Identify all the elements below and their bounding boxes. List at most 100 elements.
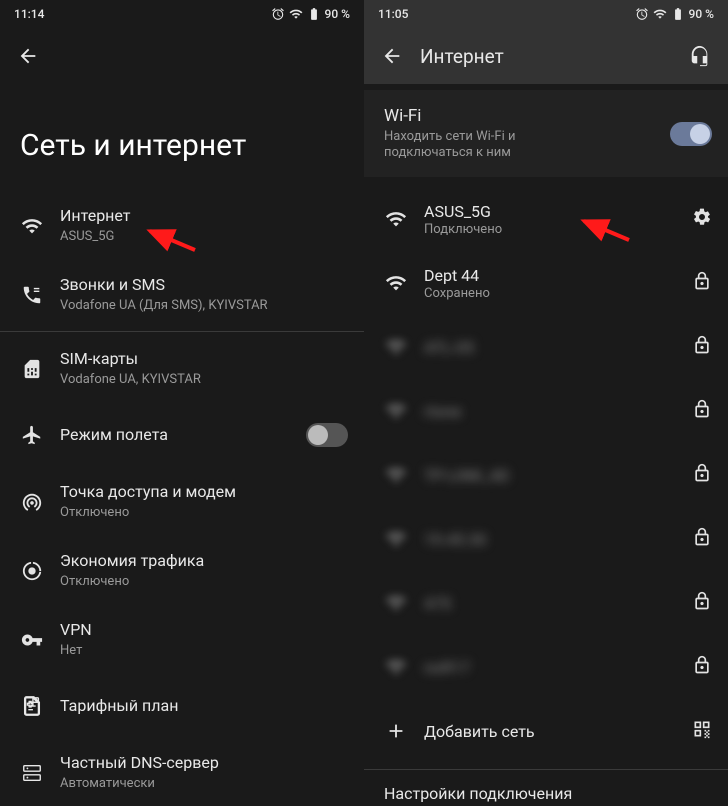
status-bar: 11:14 90 %: [0, 0, 364, 28]
row-dns[interactable]: Частный DNS-сервер Автоматически: [0, 738, 364, 806]
network-name: Dept 44: [424, 266, 692, 285]
row-connection-settings[interactable]: Настройки подключения Wi-Fi не включаетс…: [364, 770, 728, 806]
wifi-section-header[interactable]: Wi-Fi Находить сети Wi-Fi и подключаться…: [364, 90, 728, 177]
lock-icon: [692, 399, 712, 419]
screen-internet-detail: 11:05 90 % Интернет Wi-Fi Находить сети …: [364, 0, 728, 806]
airplane-icon: [21, 424, 43, 446]
lock-icon: [692, 271, 712, 291]
row-datasaver-title: Экономия трафика: [60, 550, 348, 572]
network-name: TP-LINK_4D: [424, 466, 692, 485]
network-settings-button[interactable]: [692, 207, 712, 231]
row-dns-title: Частный DNS-сервер: [60, 752, 348, 774]
row-vpn-subtitle: Нет: [60, 642, 348, 660]
divider: [0, 331, 364, 332]
network-row[interactable]: TP-LINK_4D: [364, 443, 728, 507]
network-row[interactable]: ATL-05: [364, 315, 728, 379]
add-network-label: Добавить сеть: [424, 722, 692, 741]
battery-icon: [307, 7, 321, 21]
alarm-icon: [635, 7, 649, 21]
scan-qr-button[interactable]: [692, 719, 712, 743]
wifi-icon: [385, 528, 407, 550]
back-arrow-icon: [17, 45, 39, 67]
network-name: ATL-05: [424, 338, 692, 357]
help-button[interactable]: [680, 36, 720, 76]
status-battery: 90 %: [689, 7, 714, 21]
lock-icon: [692, 463, 712, 483]
phone-icon: [21, 284, 43, 306]
page-title: Сеть и интернет: [0, 84, 364, 191]
plan-icon: [21, 695, 43, 717]
wifi-icon: [385, 464, 407, 486]
app-bar: Интернет: [364, 28, 728, 84]
row-hotspot-subtitle: Отключено: [60, 504, 348, 522]
status-time: 11:05: [378, 7, 408, 21]
row-sim-subtitle: Vodafone UA, KYIVSTAR: [60, 371, 348, 389]
network-row-connected[interactable]: ASUS_5G Подключено: [364, 187, 728, 251]
row-hotspot-title: Точка доступа и модем: [60, 481, 348, 503]
row-sim-title: SIM-карты: [60, 348, 348, 370]
row-calls-sms[interactable]: Звонки и SMS Vodafone UA (Для SMS), KYIV…: [0, 260, 364, 329]
network-row[interactable]: noR17: [364, 635, 728, 699]
lock-icon: [692, 527, 712, 547]
network-row-saved[interactable]: Dept 44 Сохранено: [364, 251, 728, 315]
datasaver-icon: [21, 560, 43, 582]
footer-title: Настройки подключения: [384, 784, 708, 803]
network-name: 19.45.30: [424, 530, 692, 549]
qr-icon: [692, 719, 712, 739]
row-internet-subtitle: ASUS_5G: [60, 228, 348, 246]
row-add-network[interactable]: Добавить сеть: [364, 699, 728, 763]
headset-icon: [689, 45, 711, 67]
hotspot-icon: [21, 491, 43, 513]
wifi-icon: [385, 656, 407, 678]
appbar-title: Интернет: [420, 45, 680, 68]
row-sim[interactable]: SIM-карты Vodafone UA, KYIVSTAR: [0, 334, 364, 403]
lock-icon: [692, 591, 712, 611]
airplane-switch[interactable]: [306, 423, 348, 447]
lock-icon: [692, 655, 712, 675]
network-name: rtone: [424, 402, 692, 421]
wifi-icon: [385, 400, 407, 422]
lock-icon: [692, 335, 712, 355]
plus-icon: [385, 720, 407, 742]
network-row[interactable]: 19.45.30: [364, 507, 728, 571]
row-hotspot[interactable]: Точка доступа и модем Отключено: [0, 467, 364, 536]
wifi-status-icon: [289, 7, 303, 21]
status-bar: 11:05 90 %: [364, 0, 728, 28]
row-calls-subtitle: Vodafone UA (Для SMS), KYIVSTAR: [60, 297, 348, 315]
back-arrow-icon: [381, 45, 403, 67]
row-vpn-title: VPN: [60, 619, 348, 641]
gear-icon: [692, 207, 712, 227]
back-button[interactable]: [8, 36, 48, 76]
row-vpn[interactable]: VPN Нет: [0, 605, 364, 674]
app-bar: [0, 28, 364, 84]
wifi-icon: [385, 592, 407, 614]
network-row[interactable]: 475: [364, 571, 728, 635]
network-name: noR17: [424, 658, 692, 677]
network-status: Сохранено: [424, 286, 692, 301]
alarm-icon: [271, 7, 285, 21]
status-time: 11:14: [14, 7, 44, 21]
row-airplane-title: Режим полета: [60, 424, 298, 446]
wifi-switch[interactable]: [670, 122, 712, 146]
row-plan[interactable]: Тарифный план: [0, 674, 364, 738]
battery-icon: [671, 7, 685, 21]
network-row[interactable]: rtone: [364, 379, 728, 443]
wifi-status-icon: [653, 7, 667, 21]
sim-icon: [21, 358, 43, 380]
row-datasaver[interactable]: Экономия трафика Отключено: [0, 536, 364, 605]
row-airplane[interactable]: Режим полета: [0, 403, 364, 467]
row-internet-title: Интернет: [60, 205, 348, 227]
wifi-section-title: Wi-Fi: [384, 106, 670, 126]
network-status: Подключено: [424, 222, 692, 237]
wifi-icon: [21, 215, 43, 237]
dns-icon: [21, 762, 43, 784]
wifi-icon: [385, 208, 407, 230]
wifi-icon: [385, 272, 407, 294]
row-internet[interactable]: Интернет ASUS_5G: [0, 191, 364, 260]
row-dns-subtitle: Автоматически: [60, 775, 348, 793]
row-calls-title: Звонки и SMS: [60, 274, 348, 296]
back-button[interactable]: [372, 36, 412, 76]
status-battery: 90 %: [325, 7, 350, 21]
vpn-icon: [21, 629, 43, 651]
screen-network-settings: 11:14 90 % Сеть и интернет Интернет ASUS…: [0, 0, 364, 806]
